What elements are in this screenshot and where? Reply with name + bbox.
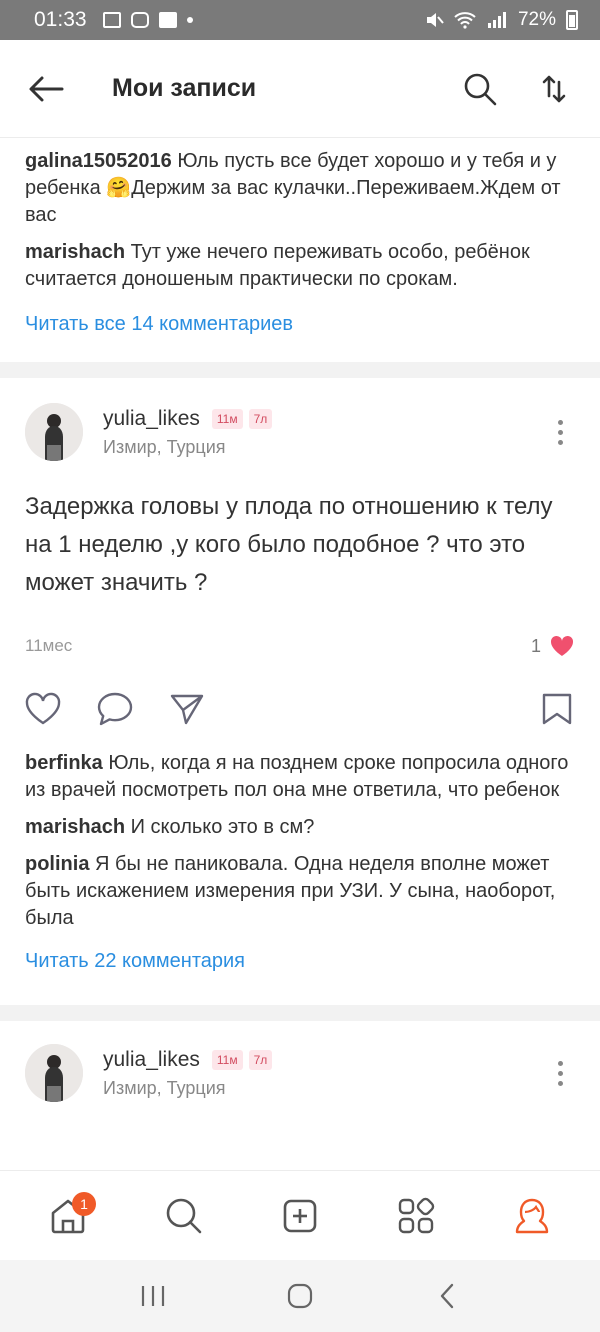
- instagram-icon: [130, 12, 149, 28]
- profile-icon: [515, 1198, 549, 1233]
- comment-text: Я бы не паниковала. Одна неделя вполне м…: [25, 853, 556, 929]
- send-icon: [170, 694, 204, 725]
- heart-icon: [25, 692, 61, 725]
- post-actions: [0, 674, 600, 744]
- sort-arrows-icon: [542, 75, 566, 102]
- nav-search[interactable]: [154, 1186, 214, 1246]
- avatar[interactable]: [25, 1044, 83, 1102]
- comment-button[interactable]: [94, 688, 136, 730]
- nav-home[interactable]: 1: [38, 1186, 98, 1246]
- battery-icon: [566, 10, 578, 30]
- signal-icon: [487, 12, 506, 28]
- search-icon: [166, 1198, 202, 1233]
- facebook-icon: [158, 12, 177, 28]
- sort-button[interactable]: [532, 67, 576, 111]
- recent-apps-button[interactable]: [123, 1271, 183, 1321]
- more-options-icon[interactable]: [545, 419, 575, 445]
- comment-author[interactable]: berfinka: [25, 752, 103, 774]
- bookmark-button[interactable]: [536, 688, 578, 730]
- comment: marishach Тут уже нечего переживать особ…: [0, 239, 600, 293]
- share-button[interactable]: [166, 688, 208, 730]
- comment-author[interactable]: marishach: [25, 241, 125, 263]
- comment: polinia Я бы не паниковала. Одна неделя …: [0, 851, 600, 932]
- child-age-badge: 11м: [211, 1049, 243, 1070]
- post-separator: [0, 362, 600, 378]
- status-bar: 01:33 72%: [0, 0, 600, 40]
- page-title: Мои записи: [112, 74, 257, 102]
- post-card: yulia_likes 11м 7л Измир, Турция Задержк…: [0, 378, 600, 1005]
- child-age-badge: 11м: [211, 408, 243, 429]
- back-system-button[interactable]: [417, 1271, 477, 1321]
- gallery-icon: [102, 12, 121, 28]
- search-icon: [464, 73, 497, 105]
- heart-filled-icon[interactable]: [549, 634, 575, 658]
- recent-apps-icon: [142, 1286, 165, 1306]
- read-all-comments-link[interactable]: Читать 22 комментария: [0, 950, 600, 973]
- nav-create[interactable]: [270, 1186, 330, 1246]
- post-card: yulia_likes 11м 7л Измир, Турция: [0, 1021, 600, 1121]
- child-age-badge: 7л: [248, 408, 273, 429]
- wifi-icon: [454, 12, 476, 29]
- post-header: yulia_likes 11м 7л Измир, Турция: [0, 384, 600, 480]
- comment-text: И сколько это в см?: [130, 816, 315, 838]
- app-header: Мои записи: [0, 40, 600, 138]
- post-time: 11мес: [25, 636, 73, 655]
- comment-text: Юль, когда я на позднем сроке попросила …: [25, 752, 569, 801]
- post-separator: [0, 1005, 600, 1021]
- feed[interactable]: galina15052016 Юль пусть все будет хорош…: [0, 138, 600, 1170]
- comment: galina15052016 Юль пусть все будет хорош…: [0, 148, 600, 229]
- post-text: Задержка головы у плода по отношению к т…: [25, 493, 553, 596]
- back-button[interactable]: [24, 67, 68, 111]
- system-navigation-bar: [0, 1260, 600, 1332]
- child-age-badge: 7л: [248, 1049, 273, 1070]
- chevron-left-icon: [440, 1283, 453, 1309]
- avatar[interactable]: [25, 403, 83, 461]
- notification-badge: 1: [72, 1191, 96, 1216]
- apps-grid-icon: [398, 1197, 435, 1233]
- status-system-icons: 72%: [424, 9, 578, 31]
- post-meta: 11мес 1: [0, 626, 600, 666]
- post-author-name[interactable]: yulia_likes: [103, 407, 200, 431]
- plus-square-icon: [283, 1199, 317, 1232]
- speech-bubble-icon: [97, 692, 133, 726]
- post-location: Измир, Турция: [103, 436, 226, 457]
- search-button[interactable]: [458, 67, 502, 111]
- post-location: Измир, Турция: [103, 1077, 226, 1098]
- read-all-comments-link[interactable]: Читать все 14 комментариев: [0, 313, 600, 336]
- status-time: 01:33: [34, 8, 87, 31]
- comment-author[interactable]: polinia: [25, 853, 89, 875]
- bookmark-icon: [542, 693, 572, 725]
- home-circle-icon: [287, 1283, 313, 1309]
- bottom-navigation: 1: [0, 1170, 600, 1260]
- comment: marishach И сколько это в см?: [0, 814, 600, 841]
- avatar-photo-icon: [25, 403, 83, 461]
- status-notification-icons: [102, 12, 193, 28]
- more-options-icon[interactable]: [545, 1060, 575, 1086]
- arrow-left-icon: [29, 76, 64, 101]
- like-count: 1: [530, 635, 541, 656]
- post-author-name[interactable]: yulia_likes: [103, 1048, 200, 1072]
- dot-icon: [186, 17, 193, 23]
- mute-icon: [426, 13, 444, 27]
- comment-author[interactable]: marishach: [25, 816, 125, 838]
- nav-services[interactable]: [386, 1186, 446, 1246]
- home-system-button[interactable]: [270, 1271, 330, 1321]
- battery-level: 72%: [517, 9, 556, 30]
- comment-author[interactable]: galina15052016: [25, 150, 172, 172]
- nav-profile[interactable]: [502, 1186, 562, 1246]
- post-header: yulia_likes 11м 7л Измир, Турция: [0, 1025, 600, 1121]
- comment: berfinka Юль, когда я на позднем сроке п…: [0, 750, 600, 804]
- like-button[interactable]: [22, 688, 64, 730]
- avatar-photo-icon: [25, 1044, 83, 1102]
